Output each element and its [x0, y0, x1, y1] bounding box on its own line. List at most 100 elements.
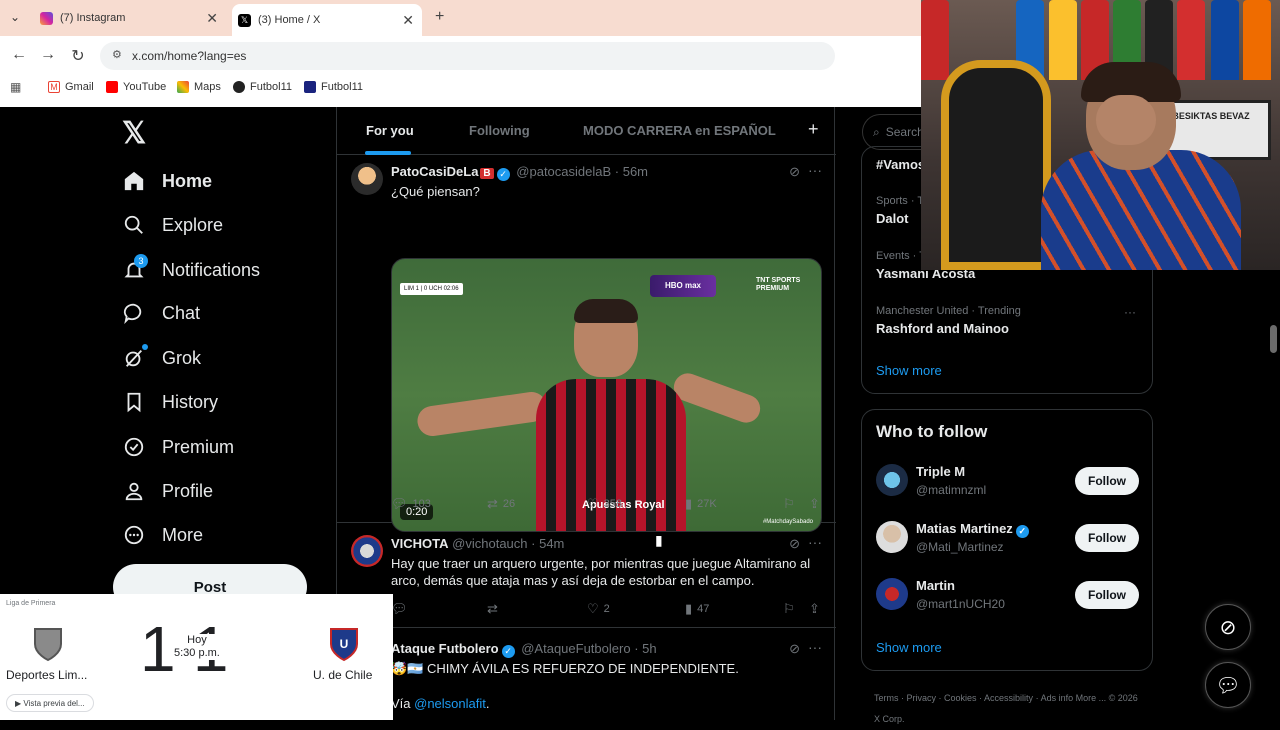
bookmark-button[interactable]: ⚐ [783, 496, 800, 512]
more-options-icon[interactable]: ··· [1124, 305, 1136, 319]
bookmark-gmail[interactable]: M Gmail [48, 81, 94, 93]
views-button[interactable]: ▮ 27K [685, 496, 717, 512]
show-more-link[interactable]: Show more [876, 640, 942, 655]
nav-more[interactable]: More [122, 520, 203, 550]
footer-privacy[interactable]: Privacy [907, 693, 937, 703]
trend-name[interactable]: Dalot [876, 211, 909, 226]
author-handle[interactable]: @patocasidelaB [516, 164, 611, 179]
tab-for-you[interactable]: For you [366, 123, 414, 138]
footer-cookies[interactable]: Cookies [944, 693, 977, 703]
avatar[interactable] [351, 535, 383, 567]
add-tab-icon[interactable]: + [808, 119, 819, 140]
x-logo-icon[interactable]: 𝕏 [122, 116, 146, 151]
author-name[interactable]: VICHOTA [391, 536, 449, 551]
author-handle[interactable]: @AtaqueFutbolero [521, 641, 630, 656]
timeline: For you Following MODO CARRERA en ESPAÑO… [336, 107, 836, 720]
nav-premium[interactable]: Premium [122, 432, 234, 462]
nav-notifications[interactable]: 3 Notifications [122, 254, 260, 285]
tweet-time[interactable]: · 54m [531, 536, 564, 551]
tab-following[interactable]: Following [469, 123, 530, 138]
tweet-time[interactable]: · 5h [634, 641, 656, 656]
tweet-header: VICHOTA @vichotauch · 54m [391, 536, 564, 551]
tab-list-chevron-icon[interactable]: ⌄ [10, 10, 20, 24]
more-options-icon[interactable]: ··· [808, 534, 822, 550]
match-score-widget: Liga de Primera Deportes Lim... 1-1 Hoy5… [0, 594, 393, 720]
views-button[interactable]: ▮ 47 [685, 601, 709, 617]
bookmark-maps[interactable]: Maps [177, 81, 221, 93]
show-more-link[interactable]: Show more [876, 363, 942, 378]
forward-icon[interactable]: → [38, 46, 58, 64]
tab-x-home[interactable]: 𝕏 (3) Home / X ✕ [232, 4, 422, 36]
author-name[interactable]: Ataque Futbolero [391, 641, 499, 656]
tweet[interactable]: Ataque Futbolero ✓ @AtaqueFutbolero · 5h … [337, 628, 836, 720]
footer-accessibility[interactable]: Accessibility [984, 693, 1033, 703]
author-name[interactable]: PatoCasiDeLa [391, 164, 478, 179]
tweet[interactable]: VICHOTA @vichotauch · 54m ⊘ ··· Hay que … [337, 523, 836, 628]
more-options-icon[interactable]: ··· [808, 162, 822, 178]
bookmark-futbol11-b[interactable]: Futbol11 [304, 81, 363, 93]
new-tab-icon[interactable]: + [435, 8, 444, 26]
nav-home[interactable]: Home [122, 166, 212, 196]
match-preview-button[interactable]: ▶ Vista previa del... [6, 694, 94, 712]
follow-name[interactable]: Matias Martinez ✓ [916, 521, 1032, 538]
reload-icon[interactable]: ↻ [68, 46, 88, 66]
tab-instagram[interactable]: (7) Instagram ✕ [34, 4, 226, 32]
follow-name[interactable]: Triple M [916, 464, 965, 479]
nav-label: Grok [162, 347, 202, 368]
avatar[interactable] [876, 521, 908, 553]
like-button[interactable]: ♡ 358 [587, 496, 622, 512]
home-team-name[interactable]: Deportes Lim... [6, 668, 87, 682]
avatar[interactable] [876, 578, 908, 610]
grok-explain-icon[interactable]: ⊘ [789, 164, 800, 180]
author-handle[interactable]: @vichotauch [452, 536, 527, 551]
messages-fab-button[interactable]: 💬︎ [1205, 662, 1251, 708]
tab-modo-carrera[interactable]: MODO CARRERA en ESPAÑOL [583, 123, 776, 138]
follow-button[interactable]: Follow [1075, 467, 1139, 495]
like-button[interactable]: ♡ 2 [587, 601, 610, 617]
grok-explain-icon[interactable]: ⊘ [789, 641, 800, 657]
tweet-video[interactable]: LIM 1 | 0 UCH 02:06 HBO max TNT SPORTS P… [391, 258, 822, 532]
repost-button[interactable]: ⇄ 26 [487, 496, 515, 512]
share-button[interactable]: ⇪ [809, 601, 825, 617]
search-input[interactable]: ⌕ Search [862, 114, 924, 150]
mention-link[interactable]: @nelsonlafit [414, 696, 486, 711]
more-options-icon[interactable]: ··· [808, 639, 822, 655]
follow-button[interactable]: Follow [1075, 581, 1139, 609]
grok-explain-icon[interactable]: ⊘ [789, 536, 800, 552]
views-icon: ▮ [685, 496, 693, 511]
apps-grid-icon[interactable]: ▦ [10, 80, 21, 94]
nav-chat[interactable]: Chat [122, 298, 200, 328]
nav-grok[interactable]: Grok [122, 343, 201, 373]
reply-button[interactable]: 💬︎ [391, 601, 413, 617]
bookmark-button[interactable]: ⚐ [783, 601, 800, 617]
avatar[interactable] [351, 163, 383, 195]
tweet[interactable]: PatoCasiDeLa B ✓ @patocasidelaB · 56m ⊘ ··… [337, 155, 836, 532]
share-button[interactable]: ⇪ [809, 496, 825, 512]
avatar[interactable] [876, 464, 908, 496]
repost-button[interactable]: ⇄ [487, 601, 503, 617]
nav-profile[interactable]: Profile [122, 476, 213, 506]
trend-name[interactable]: #Vamos [876, 157, 925, 172]
bookmark-futbol11-a[interactable]: Futbol11 [233, 81, 292, 93]
nav-explore[interactable]: Explore [122, 210, 223, 240]
grok-fab-button[interactable]: ⊘ [1205, 604, 1251, 650]
footer-ads[interactable]: Ads info [1041, 693, 1074, 703]
address-bar[interactable]: ⚙ x.com/home?lang=es [100, 42, 835, 70]
close-tab-icon[interactable]: ✕ [402, 12, 414, 29]
back-icon[interactable]: ← [9, 46, 29, 64]
tweet-time[interactable]: · 56m [615, 164, 648, 179]
reply-button[interactable]: 💬︎ 103 [391, 496, 431, 512]
site-info-icon[interactable]: ⚙ [112, 48, 122, 61]
scrollbar-thumb[interactable] [1270, 325, 1277, 353]
footer-terms[interactable]: Terms [874, 693, 899, 703]
tab-title: (3) Home / X [258, 14, 321, 26]
bookmark-youtube[interactable]: YouTube [106, 81, 166, 93]
nav-history[interactable]: History [122, 387, 218, 417]
follow-name[interactable]: Martin [916, 578, 955, 593]
trend-name[interactable]: Rashford and Mainoo [876, 321, 1009, 336]
close-tab-icon[interactable]: ✕ [206, 10, 218, 27]
footer-more[interactable]: More ... [1076, 693, 1107, 703]
follow-button[interactable]: Follow [1075, 524, 1139, 552]
heart-icon: ♡ [587, 496, 599, 511]
away-team-name[interactable]: U. de Chile [313, 668, 372, 682]
